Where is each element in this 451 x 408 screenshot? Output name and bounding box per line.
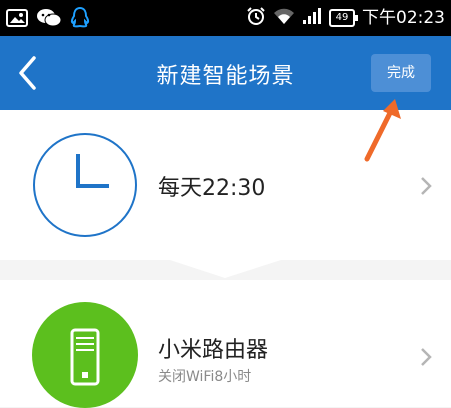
status-bar: 49 下午02:23 bbox=[0, 0, 451, 36]
section-divider bbox=[0, 260, 451, 280]
action-row[interactable]: 小米路由器 关闭WiFi8小时 bbox=[0, 280, 451, 408]
status-bar-time: 下午02:23 bbox=[362, 8, 445, 28]
done-button[interactable]: 完成 bbox=[371, 54, 431, 92]
chevron-right-icon bbox=[421, 348, 432, 366]
gallery-icon bbox=[6, 8, 28, 32]
wechat-icon bbox=[36, 7, 62, 33]
action-device-name: 小米路由器 bbox=[158, 338, 269, 363]
alarm-icon bbox=[246, 6, 266, 30]
clock-icon bbox=[33, 133, 137, 237]
status-bar-system: 49 下午02:23 bbox=[246, 6, 445, 30]
wifi-icon bbox=[273, 7, 295, 29]
action-description: 关闭WiFi8小时 bbox=[158, 369, 252, 385]
annotation-arrow-icon bbox=[364, 99, 401, 162]
chevron-right-icon bbox=[421, 177, 432, 195]
signal-icon bbox=[302, 7, 322, 29]
status-bar-notifications bbox=[6, 6, 90, 34]
battery-indicator: 49 bbox=[329, 9, 358, 27]
qq-icon bbox=[70, 6, 90, 34]
trigger-label: 每天22:30 bbox=[158, 176, 266, 201]
router-icon bbox=[32, 302, 138, 408]
